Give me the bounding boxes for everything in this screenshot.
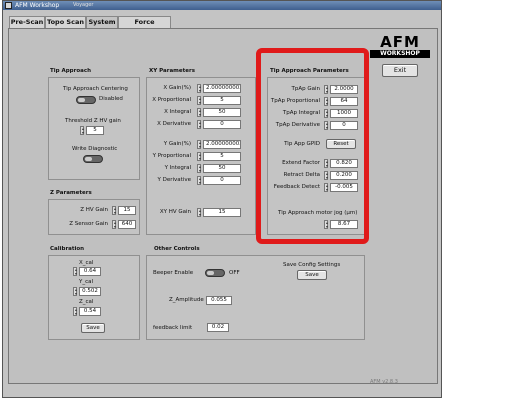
other-controls-title: Other Controls — [154, 246, 200, 252]
z-sensor-gain-spinner[interactable] — [112, 220, 116, 229]
beeper-state: OFF — [229, 270, 240, 276]
xy-hv-gain-field[interactable]: 15 — [203, 208, 241, 217]
x-derivative-label: X Derivative — [157, 121, 191, 127]
other-controls-panel: Beeper Enable OFF Save Config Settings S… — [146, 255, 365, 340]
centering-state: Disabled — [99, 96, 123, 102]
x-integral-field[interactable]: 50 — [203, 108, 241, 117]
z-sensor-gain-label: Z Sensor Gain — [69, 221, 108, 227]
x-gain-label: X Gain(%) — [163, 85, 191, 91]
threshold-spinner[interactable] — [80, 126, 84, 135]
logo-text-sub: WORKSHOP — [370, 50, 430, 58]
z-hv-gain-spinner[interactable] — [112, 206, 116, 215]
y-cal-spinner[interactable] — [73, 287, 77, 296]
y-derivative-field[interactable]: 0 — [203, 176, 241, 185]
window-title: AFM Workshop — [15, 2, 60, 9]
y-integral-field[interactable]: 50 — [203, 164, 241, 173]
tab-force-distance[interactable]: Force Distance — [118, 16, 171, 37]
x-derivative-spinner[interactable] — [197, 120, 201, 129]
tip-approach-title: Tip Approach — [50, 68, 91, 74]
y-gain-label: Y Gain(%) — [163, 141, 191, 147]
z-amplitude-label: Z_Amplitude — [169, 297, 204, 303]
feedback-limit-label: feedback limit — [153, 325, 193, 331]
threshold-label: Threshold Z HV gain — [65, 118, 121, 124]
z-hv-gain-label: Z HV Gain — [80, 207, 108, 213]
x-gain-spinner[interactable] — [197, 84, 201, 93]
xy-hv-gain-label: XY HV Gain — [159, 209, 191, 215]
write-diag-label: Write Diagnostic — [72, 146, 118, 152]
window-subtitle: Voyager — [73, 2, 94, 8]
calibration-panel: X_cal 0.64 Y_cal 0.502 Z_cal 0.54 Save — [48, 255, 140, 340]
save-config-button[interactable]: Save — [297, 270, 327, 280]
x-integral-spinner[interactable] — [197, 108, 201, 117]
y-derivative-label: Y Derivative — [157, 177, 191, 183]
app-icon — [5, 2, 12, 9]
app-window: AFM Workshop Voyager Pre-Scan Topo Scan … — [2, 0, 442, 398]
z-params-panel: Z HV Gain 15 Z Sensor Gain 640 — [48, 199, 140, 235]
exit-button[interactable]: Exit — [382, 64, 418, 77]
xy-params-title: XY Parameters — [149, 68, 195, 74]
beeper-toggle[interactable] — [205, 269, 225, 277]
x-integral-label: X Integral — [164, 109, 191, 115]
afm-workshop-logo: AFM WORKSHOP — [370, 35, 430, 61]
y-gain-spinner[interactable] — [197, 140, 201, 149]
xy-params-panel: X Gain(%) 2.000000003 X Proportional 5 X… — [146, 77, 256, 235]
logo-text-main: AFM — [380, 33, 420, 51]
y-integral-spinner[interactable] — [197, 164, 201, 173]
x-cal-spinner[interactable] — [73, 267, 77, 276]
z-sensor-gain-field[interactable]: 640 — [118, 220, 136, 229]
threshold-field[interactable]: 5 — [86, 126, 104, 135]
save-config-label: Save Config Settings — [283, 262, 341, 268]
z-cal-spinner[interactable] — [73, 307, 77, 316]
centering-label: Tip Approach Centering — [63, 86, 128, 92]
y-proportional-field[interactable]: 5 — [203, 152, 241, 161]
z-hv-gain-field[interactable]: 15 — [118, 206, 136, 215]
x-proportional-field[interactable]: 5 — [203, 96, 241, 105]
z-amplitude-field[interactable]: 0.055 — [206, 296, 232, 305]
z-cal-label: Z_cal — [79, 299, 94, 305]
centering-toggle[interactable] — [76, 96, 96, 104]
x-proportional-label: X Proportional — [152, 97, 191, 103]
y-derivative-spinner[interactable] — [197, 176, 201, 185]
tip-approach-panel: Tip Approach Centering Disabled Threshol… — [48, 77, 140, 180]
y-integral-label: Y Integral — [164, 165, 191, 171]
y-proportional-label: Y Proportional — [152, 153, 191, 159]
y-cal-label: Y_cal — [79, 279, 94, 285]
title-bar: AFM Workshop Voyager — [3, 1, 441, 10]
y-cal-field[interactable]: 0.502 — [79, 287, 101, 296]
y-proportional-spinner[interactable] — [197, 152, 201, 161]
z-params-title: Z Parameters — [50, 190, 92, 196]
x-proportional-spinner[interactable] — [197, 96, 201, 105]
feedback-limit-field[interactable]: 0.02 — [207, 323, 229, 332]
x-cal-field[interactable]: 0.64 — [79, 267, 101, 276]
tab-pre-scan[interactable]: Pre-Scan — [9, 16, 45, 28]
calibration-title: Calibration — [50, 246, 85, 252]
highlight-box — [256, 48, 369, 244]
x-cal-label: X_cal — [79, 260, 94, 266]
beeper-label: Beeper Enable — [153, 270, 194, 276]
x-gain-field[interactable]: 2.000000003 — [203, 84, 241, 93]
tab-topo-scan[interactable]: Topo Scan — [45, 16, 86, 28]
z-cal-field[interactable]: 0.54 — [79, 307, 101, 316]
calibration-save-button[interactable]: Save — [81, 323, 105, 333]
write-diag-toggle[interactable] — [83, 155, 103, 163]
x-derivative-field[interactable]: 0 — [203, 120, 241, 129]
version-label: AFM v2.8.3 — [370, 379, 398, 385]
xy-hv-gain-spinner[interactable] — [197, 208, 201, 217]
y-gain-field[interactable]: 2.000000003 — [203, 140, 241, 149]
